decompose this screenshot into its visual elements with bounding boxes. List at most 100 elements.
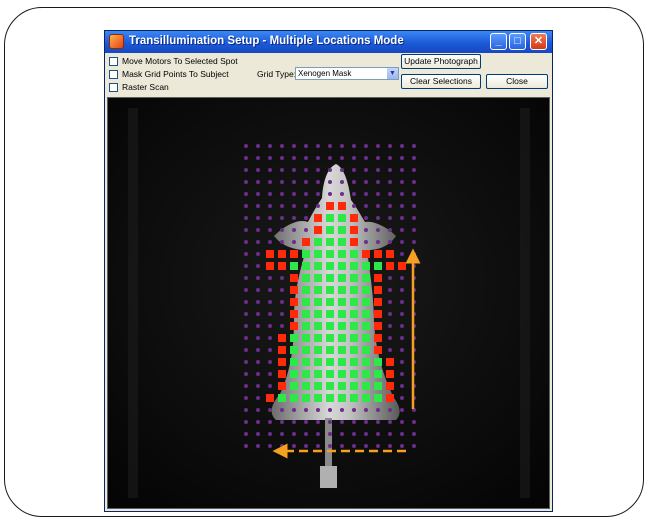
grid-point[interactable]: [412, 204, 416, 208]
masked-grid-point[interactable]: [374, 346, 382, 354]
grid-point[interactable]: [268, 240, 272, 244]
grid-point[interactable]: [400, 276, 404, 280]
grid-point[interactable]: [316, 144, 320, 148]
grid-point[interactable]: [388, 312, 392, 316]
selected-grid-point[interactable]: [350, 250, 358, 258]
grid-point[interactable]: [304, 216, 308, 220]
selected-grid-point[interactable]: [338, 334, 346, 342]
grid-point[interactable]: [400, 168, 404, 172]
grid-point[interactable]: [412, 432, 416, 436]
grid-point[interactable]: [292, 204, 296, 208]
grid-point[interactable]: [352, 192, 356, 196]
grid-point[interactable]: [400, 408, 404, 412]
grid-point[interactable]: [292, 192, 296, 196]
grid-point[interactable]: [388, 180, 392, 184]
grid-point[interactable]: [268, 336, 272, 340]
grid-point[interactable]: [400, 300, 404, 304]
grid-point[interactable]: [400, 180, 404, 184]
grid-point[interactable]: [256, 144, 260, 148]
masked-grid-point[interactable]: [278, 334, 286, 342]
masked-grid-point[interactable]: [386, 382, 394, 390]
grid-point[interactable]: [352, 204, 356, 208]
masked-grid-point[interactable]: [314, 226, 322, 234]
grid-point[interactable]: [352, 432, 356, 436]
selected-grid-point[interactable]: [350, 334, 358, 342]
grid-point[interactable]: [256, 156, 260, 160]
grid-point[interactable]: [292, 144, 296, 148]
grid-point[interactable]: [244, 420, 248, 424]
masked-grid-point[interactable]: [374, 274, 382, 282]
grid-point[interactable]: [268, 180, 272, 184]
grid-point[interactable]: [388, 168, 392, 172]
grid-point[interactable]: [268, 312, 272, 316]
grid-point[interactable]: [340, 408, 344, 412]
selected-grid-point[interactable]: [302, 274, 310, 282]
grid-point[interactable]: [412, 420, 416, 424]
grid-point[interactable]: [400, 144, 404, 148]
grid-point[interactable]: [364, 432, 368, 436]
grid-point[interactable]: [256, 384, 260, 388]
grid-point[interactable]: [268, 444, 272, 448]
masked-grid-point[interactable]: [374, 310, 382, 318]
grid-point[interactable]: [244, 144, 248, 148]
grid-point[interactable]: [256, 372, 260, 376]
grid-point[interactable]: [244, 288, 248, 292]
selected-grid-point[interactable]: [362, 262, 370, 270]
selected-grid-point[interactable]: [338, 286, 346, 294]
masked-grid-point[interactable]: [350, 226, 358, 234]
grid-point[interactable]: [412, 192, 416, 196]
selected-grid-point[interactable]: [326, 346, 334, 354]
selected-grid-point[interactable]: [338, 274, 346, 282]
grid-point[interactable]: [256, 228, 260, 232]
selected-grid-point[interactable]: [338, 238, 346, 246]
selected-grid-point[interactable]: [302, 298, 310, 306]
selected-grid-point[interactable]: [290, 334, 298, 342]
mask-grid-checkbox[interactable]: [109, 69, 118, 79]
selected-grid-point[interactable]: [338, 394, 346, 402]
grid-point[interactable]: [364, 408, 368, 412]
selected-grid-point[interactable]: [362, 394, 370, 402]
selected-grid-point[interactable]: [374, 262, 382, 270]
grid-point[interactable]: [364, 144, 368, 148]
grid-point[interactable]: [328, 144, 332, 148]
grid-point[interactable]: [304, 180, 308, 184]
grid-point[interactable]: [316, 204, 320, 208]
grid-point[interactable]: [400, 444, 404, 448]
grid-point[interactable]: [244, 396, 248, 400]
grid-point[interactable]: [364, 168, 368, 172]
selected-grid-point[interactable]: [326, 250, 334, 258]
grid-point[interactable]: [244, 180, 248, 184]
selected-grid-point[interactable]: [362, 346, 370, 354]
grid-point[interactable]: [388, 204, 392, 208]
grid-point[interactable]: [268, 228, 272, 232]
grid-point[interactable]: [376, 144, 380, 148]
grid-point[interactable]: [328, 432, 332, 436]
grid-point[interactable]: [244, 324, 248, 328]
masked-grid-point[interactable]: [290, 322, 298, 330]
grid-point[interactable]: [376, 192, 380, 196]
masked-grid-point[interactable]: [386, 358, 394, 366]
masked-grid-point[interactable]: [386, 394, 394, 402]
selected-grid-point[interactable]: [350, 262, 358, 270]
grid-point[interactable]: [304, 192, 308, 196]
grid-point[interactable]: [244, 240, 248, 244]
grid-point[interactable]: [364, 180, 368, 184]
grid-point[interactable]: [376, 204, 380, 208]
grid-point[interactable]: [268, 348, 272, 352]
grid-point[interactable]: [400, 216, 404, 220]
selected-grid-point[interactable]: [302, 322, 310, 330]
grid-point[interactable]: [364, 156, 368, 160]
grid-point[interactable]: [280, 276, 284, 280]
grid-point[interactable]: [340, 420, 344, 424]
grid-point[interactable]: [340, 180, 344, 184]
masked-grid-point[interactable]: [266, 250, 274, 258]
grid-point[interactable]: [376, 444, 380, 448]
grid-point[interactable]: [376, 240, 380, 244]
selected-grid-point[interactable]: [290, 358, 298, 366]
grid-point[interactable]: [256, 168, 260, 172]
selected-grid-point[interactable]: [350, 286, 358, 294]
selected-grid-point[interactable]: [338, 226, 346, 234]
grid-point[interactable]: [388, 288, 392, 292]
grid-point[interactable]: [364, 420, 368, 424]
grid-point[interactable]: [268, 324, 272, 328]
